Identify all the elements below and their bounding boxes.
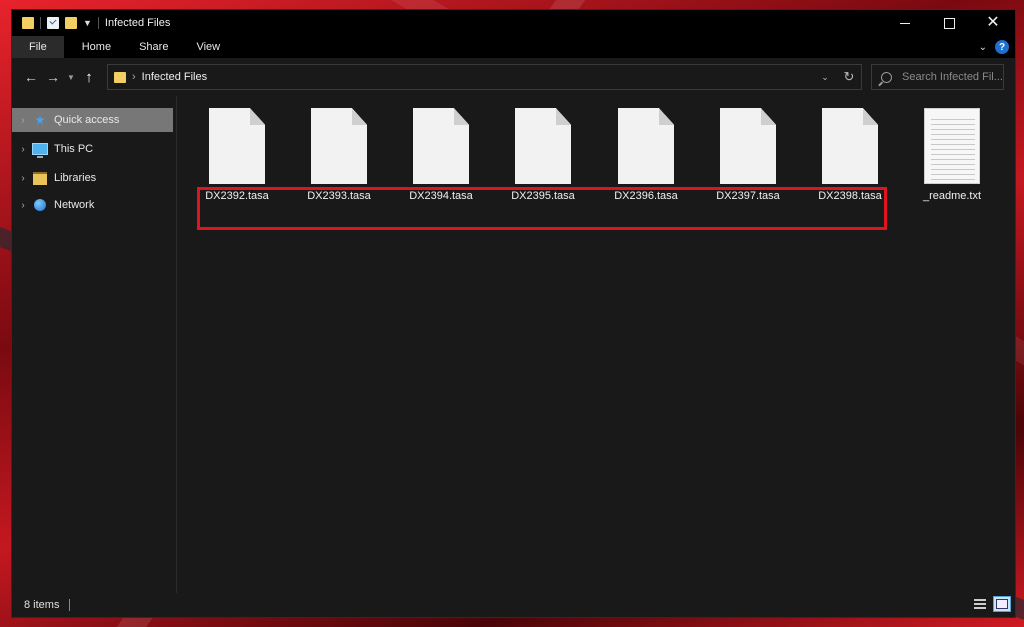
customize-toolbar-chevron-icon[interactable]: ▼	[83, 18, 92, 28]
tab-view[interactable]: View	[184, 36, 232, 58]
view-toggles	[971, 596, 1011, 612]
sidebar-item-label: Libraries	[54, 172, 97, 184]
breadcrumb-current[interactable]: Infected Files	[142, 71, 207, 83]
expand-chevron-icon[interactable]: ›	[14, 144, 32, 155]
tab-home[interactable]: Home	[70, 36, 123, 58]
expand-chevron-icon[interactable]: ›	[14, 173, 32, 184]
status-bar: 8 items	[12, 593, 1015, 617]
expand-chevron-icon[interactable]: ›	[14, 200, 32, 211]
minimize-icon	[900, 22, 910, 24]
navigation-bar: ← → ▼ ↑ › Infected Files ⌄ ↻ Search Infe…	[12, 58, 1015, 96]
window-title: Infected Files	[104, 17, 171, 29]
status-divider	[69, 599, 71, 611]
sidebar-item-label: Quick access	[54, 114, 120, 126]
folder-icon	[22, 17, 34, 29]
blank-file-icon	[822, 108, 878, 184]
breadcrumb-chevron-icon[interactable]: ›	[132, 71, 136, 83]
close-button[interactable]: ✕	[971, 10, 1015, 36]
ribbon-tabs: File Home Share View ⌄ ?	[12, 36, 1015, 58]
file-view: DX2392.tasa DX2393.tasa DX2394.tasa DX23…	[177, 96, 1015, 593]
file-item[interactable]: _readme.txt	[907, 108, 997, 208]
help-icon[interactable]: ?	[995, 40, 1009, 54]
address-history-chevron-icon[interactable]: ⌄	[813, 72, 837, 83]
address-bar-actions: ⌄ ↻	[813, 65, 861, 89]
expand-ribbon-chevron-icon[interactable]: ⌄	[979, 42, 987, 53]
ribbon-controls: ⌄ ?	[979, 36, 1009, 58]
up-arrow-icon[interactable]: ↑	[78, 66, 100, 88]
toolbar-divider	[97, 17, 99, 29]
forward-arrow-icon[interactable]: →	[42, 66, 64, 88]
large-icons-view-button[interactable]	[993, 596, 1011, 612]
close-icon: ✕	[986, 14, 1000, 31]
navigation-pane: › ★ Quick access › This PC › Libraries ›…	[12, 96, 177, 593]
details-view-icon	[974, 599, 986, 609]
blank-file-icon	[720, 108, 776, 184]
search-icon	[881, 71, 892, 83]
libraries-icon	[32, 171, 48, 185]
tab-share[interactable]: Share	[127, 36, 180, 58]
blank-file-icon	[515, 108, 571, 184]
new-folder-icon[interactable]	[65, 17, 77, 29]
computer-icon	[32, 142, 48, 158]
highlight-annotation-box	[197, 187, 887, 230]
file-explorer-window: ▼ Infected Files ✕ File Home Share View …	[12, 10, 1015, 617]
details-view-button[interactable]	[971, 596, 989, 612]
file-name: _readme.txt	[922, 190, 982, 202]
minimize-button[interactable]	[883, 10, 927, 36]
sidebar-item-quick-access[interactable]: › ★ Quick access	[12, 108, 173, 132]
maximize-button[interactable]	[927, 10, 971, 36]
search-box[interactable]: Search Infected Fil...	[871, 64, 1004, 90]
sidebar-item-this-pc[interactable]: › This PC	[12, 137, 176, 161]
toolbar-divider	[40, 17, 41, 29]
sidebar-item-label: This PC	[54, 143, 94, 155]
address-bar[interactable]: › Infected Files ⌄ ↻	[107, 64, 862, 90]
title-bar: ▼ Infected Files ✕	[12, 10, 1015, 36]
properties-icon[interactable]	[47, 17, 59, 29]
tab-file[interactable]: File	[12, 36, 64, 58]
blank-file-icon	[209, 108, 265, 184]
item-count: 8 items	[24, 599, 60, 611]
blank-file-icon	[618, 108, 674, 184]
maximize-icon	[943, 17, 955, 29]
sidebar-item-label: Network	[54, 199, 95, 211]
large-icons-view-icon	[996, 599, 1008, 609]
recent-locations-chevron-icon[interactable]: ▼	[64, 66, 78, 88]
expand-chevron-icon[interactable]: ›	[14, 115, 32, 126]
search-input[interactable]: Search Infected Fil...	[902, 71, 1002, 83]
network-icon	[32, 198, 48, 212]
window-controls: ✕	[883, 10, 1015, 36]
refresh-icon[interactable]: ↻	[837, 69, 861, 85]
text-file-icon	[924, 108, 980, 184]
folder-icon	[114, 71, 126, 83]
sidebar-item-network[interactable]: › Network	[12, 193, 176, 217]
blank-file-icon	[413, 108, 469, 184]
sidebar-item-libraries[interactable]: › Libraries	[12, 166, 176, 190]
quick-access-toolbar: ▼	[12, 17, 99, 29]
back-arrow-icon[interactable]: ←	[20, 66, 42, 88]
star-icon: ★	[34, 113, 46, 127]
blank-file-icon	[311, 108, 367, 184]
